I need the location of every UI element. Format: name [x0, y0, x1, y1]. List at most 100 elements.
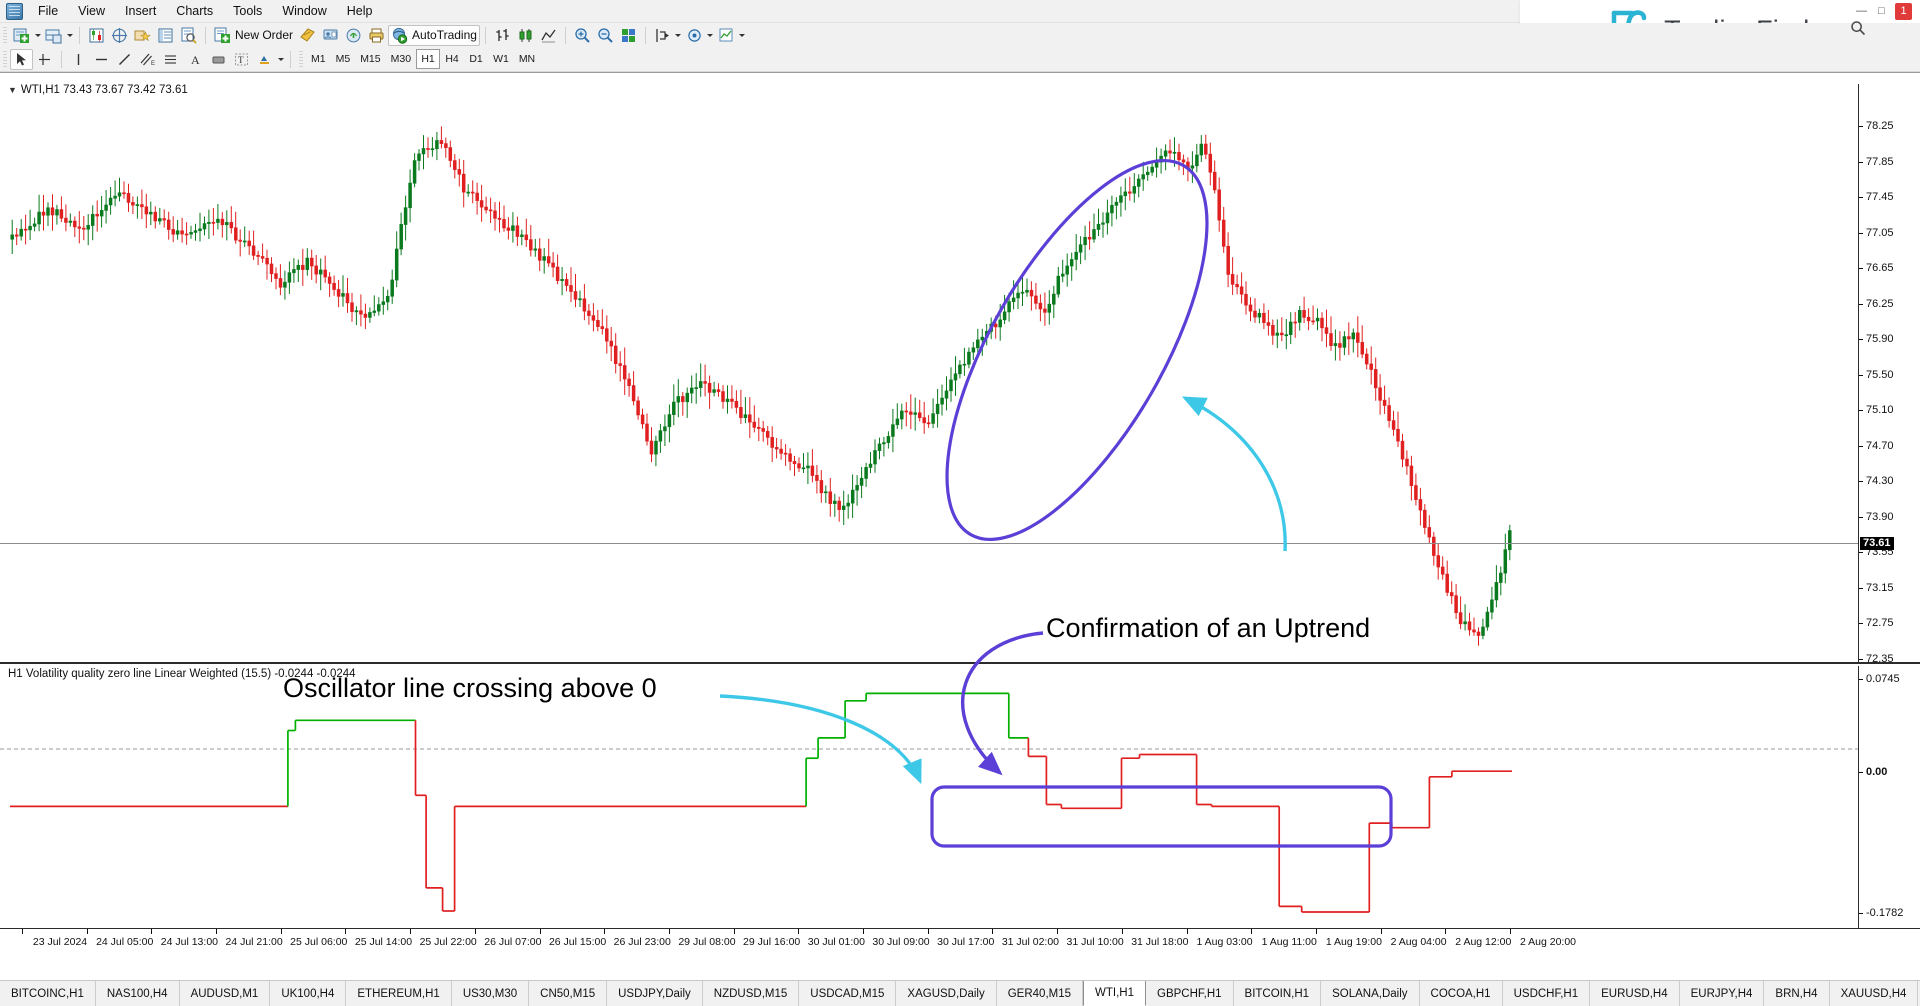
market-watch-button[interactable] — [85, 25, 108, 46]
notification-badge[interactable]: 1 — [1895, 3, 1912, 20]
timeframe-m1[interactable]: M1 — [306, 49, 331, 69]
time-tick-label: 24 Jul 13:00 — [161, 936, 218, 948]
print-button[interactable] — [365, 25, 388, 46]
new-order-button[interactable]: New Order — [211, 25, 296, 46]
timeframe-toolbar-grip[interactable] — [299, 50, 303, 68]
price-axis[interactable]: 78.2577.8577.4577.0576.6576.2575.9075.50… — [1858, 84, 1920, 662]
indicator-axis[interactable]: 0.07450.00-0.1782 — [1858, 666, 1920, 929]
label-button[interactable] — [207, 49, 230, 70]
maximize-button[interactable]: □ — [1875, 5, 1888, 18]
symbol-tab[interactable]: XAGUSD,Daily — [896, 981, 996, 1006]
time-tick-label: 31 Jul 10:00 — [1067, 936, 1124, 948]
symbol-tab[interactable]: USDJPY,Daily — [607, 981, 703, 1006]
new-chart-dropdown-caret[interactable] — [33, 25, 42, 46]
minimize-button[interactable]: — — [1855, 5, 1868, 18]
tile-windows-button[interactable] — [617, 25, 640, 46]
menu-item-tools[interactable]: Tools — [223, 1, 272, 21]
line-chart-button[interactable] — [537, 25, 560, 46]
indicators-button[interactable] — [715, 25, 738, 46]
auto-scroll-button[interactable] — [651, 25, 674, 46]
indicator-pane[interactable]: H1 Volatility quality zero line Linear W… — [0, 666, 1920, 929]
chart-shift-caret[interactable] — [706, 25, 715, 46]
symbol-tab[interactable]: NZDUSD,M15 — [703, 981, 799, 1006]
symbol-tab[interactable]: AUDUSD,M1 — [180, 981, 271, 1006]
symbol-tab[interactable]: CN50,M15 — [529, 981, 607, 1006]
time-tick-mark — [281, 929, 282, 934]
equidistant-channel-button[interactable]: E — [136, 49, 160, 70]
timeframe-mn[interactable]: MN — [514, 49, 540, 69]
bar-chart-button[interactable] — [491, 25, 514, 46]
trendline-button[interactable] — [113, 49, 136, 70]
symbol-tab[interactable]: USDCAD,M15 — [799, 981, 896, 1006]
text-box-button[interactable]: T — [230, 49, 253, 70]
time-tick-mark — [151, 929, 152, 934]
svg-text:E: E — [151, 61, 155, 67]
timeframe-d1[interactable]: D1 — [464, 49, 488, 69]
strategy-tester-button[interactable] — [177, 25, 200, 46]
chart-shift-button[interactable] — [683, 25, 706, 46]
symbol-tab[interactable]: GBPCHF,H1 — [1146, 981, 1234, 1006]
symbol-tab[interactable]: USDCHF,H1 — [1503, 981, 1591, 1006]
autotrading-button[interactable]: AutoTrading — [388, 25, 480, 46]
cursor-button[interactable] — [10, 49, 33, 70]
auto-scroll-caret[interactable] — [674, 25, 683, 46]
time-axis[interactable]: 23 Jul 202424 Jul 05:0024 Jul 13:0024 Ju… — [0, 928, 1920, 956]
chart-area[interactable]: ▼WTI,H1 73.43 73.67 73.42 73.61 78.2577.… — [0, 72, 1920, 956]
toolbar-grip[interactable] — [3, 26, 7, 44]
timeframe-m30[interactable]: M30 — [386, 49, 416, 69]
timeframe-h4[interactable]: H4 — [440, 49, 464, 69]
arrows-caret[interactable] — [276, 49, 285, 70]
toolbar-grip[interactable] — [3, 50, 7, 68]
terminal-button[interactable] — [154, 25, 177, 46]
zoom-out-button[interactable] — [594, 25, 617, 46]
profiles-button[interactable] — [42, 25, 65, 46]
time-tick-label: 25 Jul 06:00 — [290, 936, 347, 948]
menu-item-file[interactable]: File — [28, 1, 68, 21]
symbol-tab[interactable]: BITCOIN,H1 — [1234, 981, 1322, 1006]
menu-item-insert[interactable]: Insert — [115, 1, 166, 21]
timeframe-m15[interactable]: M15 — [355, 49, 385, 69]
symbol-tab[interactable]: NAS100,H4 — [96, 981, 180, 1006]
text-button[interactable]: A — [184, 49, 207, 70]
search-icon[interactable] — [1850, 20, 1866, 41]
menu-item-view[interactable]: View — [68, 1, 115, 21]
menu-item-help[interactable]: Help — [337, 1, 383, 21]
symbol-tab[interactable]: COCOA,H1 — [1420, 981, 1503, 1006]
timeframe-m5[interactable]: M5 — [331, 49, 356, 69]
profiles-dropdown-caret[interactable] — [65, 25, 74, 46]
symbol-tab[interactable]: BITCOINC,H1 — [0, 981, 96, 1006]
new-chart-button[interactable] — [10, 25, 33, 46]
symbol-tab[interactable]: GER40,M15 — [997, 981, 1083, 1006]
chart-collapse-icon[interactable]: ▼ — [8, 85, 17, 95]
arrows-button[interactable] — [253, 49, 276, 70]
timeframe-h1[interactable]: H1 — [416, 49, 440, 69]
current-price-flag: 73.61 — [1860, 537, 1894, 550]
crosshair-button[interactable] — [33, 49, 56, 70]
vertical-line-button[interactable] — [67, 49, 90, 70]
candlestick-chart-button[interactable] — [514, 25, 537, 46]
horizontal-line-button[interactable] — [90, 49, 113, 70]
data-window-button[interactable] — [108, 25, 131, 46]
symbol-tab[interactable]: UK100,H4 — [270, 981, 346, 1006]
zoom-in-button[interactable] — [571, 25, 594, 46]
price-pane[interactable]: ▼WTI,H1 73.43 73.67 73.42 73.61 78.2577.… — [0, 84, 1920, 664]
metaeditor-button[interactable] — [296, 25, 319, 46]
menu-item-charts[interactable]: Charts — [166, 1, 223, 21]
symbol-tab[interactable]: US30,M30 — [452, 981, 529, 1006]
time-tick-mark — [1510, 929, 1511, 934]
symbol-tab[interactable]: WTI,H1 — [1083, 980, 1146, 1006]
symbol-tab-bar[interactable]: BITCOINC,H1NAS100,H4AUDUSD,M1UK100,H4ETH… — [0, 980, 1920, 1006]
symbol-tab[interactable]: EURUSD,H4 — [1590, 981, 1679, 1006]
menu-item-window[interactable]: Window — [272, 1, 336, 21]
indicators-caret[interactable] — [738, 25, 747, 46]
timeframe-w1[interactable]: W1 — [488, 49, 514, 69]
symbol-tab[interactable]: EURJPY,H4 — [1680, 981, 1765, 1006]
symbol-tab[interactable]: ETHEREUM,H1 — [346, 981, 451, 1006]
navigator-button[interactable] — [131, 25, 154, 46]
symbol-tab[interactable]: SOLANA,Daily — [1321, 981, 1419, 1006]
symbol-tab[interactable]: XAUUSD,H4 — [1830, 981, 1919, 1006]
symbol-tab[interactable]: BRN,H4 — [1764, 981, 1829, 1006]
signals-button[interactable] — [342, 25, 365, 46]
fibonacci-retracement-button[interactable] — [160, 49, 184, 70]
mql5-community-button[interactable] — [319, 25, 342, 46]
